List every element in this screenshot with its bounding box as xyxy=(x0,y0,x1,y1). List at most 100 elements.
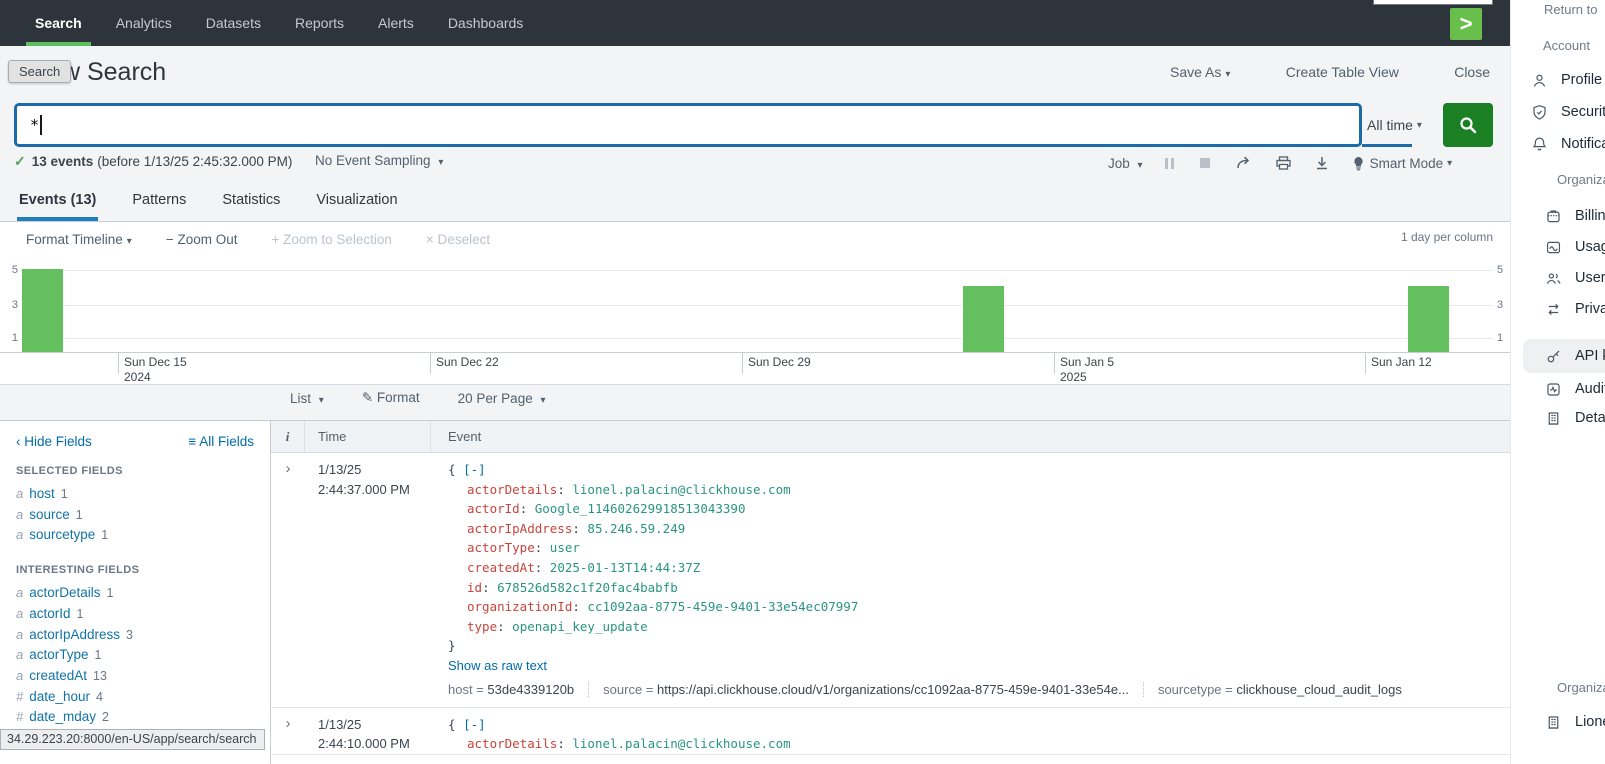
menu-item-profile[interactable]: Profile xyxy=(1531,68,1602,92)
nav-item-datasets[interactable]: Datasets xyxy=(189,0,278,46)
stop-button[interactable] xyxy=(1200,158,1210,168)
show-raw-text-link[interactable]: Show as raw text xyxy=(448,656,1510,676)
menu-item-private-endpoints[interactable]: Private Endpoints xyxy=(1545,297,1605,321)
histogram-bar[interactable] xyxy=(1408,286,1449,352)
time-range-label: All time xyxy=(1367,117,1413,133)
job-dropdown[interactable]: Job ▾ xyxy=(1108,156,1143,171)
string-field-icon: a xyxy=(16,585,23,600)
nav-item-dashboards[interactable]: Dashboards xyxy=(431,0,541,46)
time-range-picker[interactable]: All time▾ xyxy=(1367,110,1422,140)
event-json: { [-]actorDetails: lionel.palacin@clickh… xyxy=(448,460,1510,656)
meta-source[interactable]: source = https://api.clickhouse.cloud/v1… xyxy=(588,682,1129,697)
menu-item-api-keys[interactable]: API keys xyxy=(1545,344,1605,368)
field-item-date_mday[interactable]: #date_mday2 xyxy=(16,707,254,728)
close-button[interactable]: Close xyxy=(1454,64,1490,80)
nav-item-search[interactable]: Search xyxy=(18,0,99,46)
search-button[interactable] xyxy=(1443,103,1493,147)
menu-item-label: Profile xyxy=(1561,72,1602,88)
save-as-button[interactable]: Save As▾ xyxy=(1170,64,1230,80)
nav-item-analytics[interactable]: Analytics xyxy=(99,0,189,46)
json-value[interactable]: Google_114602629918513043390 xyxy=(535,501,746,516)
menu-item-notifications[interactable]: Notifications xyxy=(1531,132,1605,156)
format-button[interactable]: ✎ Format xyxy=(362,390,420,406)
event-column-header: Event xyxy=(431,421,1510,452)
per-page-dropdown[interactable]: 20 Per Page ▾ xyxy=(458,391,546,406)
menu-item-billing[interactable]: Billing xyxy=(1545,204,1605,228)
histogram-bar[interactable] xyxy=(963,286,1004,352)
menu-item-audit[interactable]: Audit xyxy=(1545,377,1605,401)
meta-key: host = xyxy=(448,682,487,697)
header-actions: Save As▾ Create Table View Close xyxy=(1170,64,1490,80)
table-row: ›1/13/252:44:37.000 PM{ [-]actorDetails:… xyxy=(271,453,1510,708)
field-name: createdAt xyxy=(29,668,87,683)
y-axis-label-left: 3 xyxy=(6,299,18,311)
interesting-fields-list: aactorDetails1aactorId1aactorIpAddress3a… xyxy=(16,583,254,748)
timeline-control--zoom-out[interactable]: − Zoom Out xyxy=(166,232,238,247)
json-open-line: { [-] xyxy=(448,460,1510,480)
section-header-organization: Organization xyxy=(1557,172,1605,187)
event-body: { [-]actorDetails: lionel.palacin@clickh… xyxy=(431,715,1510,754)
splunk-logo-icon[interactable]: > xyxy=(1450,8,1482,40)
menu-item-details[interactable]: Details xyxy=(1545,406,1605,430)
nav-item-reports[interactable]: Reports xyxy=(278,0,361,46)
field-item-createdAt[interactable]: acreatedAt13 xyxy=(16,666,254,687)
menu-item-lionel-palacin[interactable]: Lionel Palacin xyxy=(1545,710,1605,734)
search-input[interactable]: * xyxy=(14,103,1362,147)
json-value[interactable]: 2025-01-13T14:44:37Z xyxy=(550,560,701,575)
x-axis-tick xyxy=(118,352,119,374)
all-fields-link[interactable]: ≡ All Fields xyxy=(188,434,254,449)
json-collapse-link[interactable]: [-] xyxy=(463,717,486,732)
nav-item-alerts[interactable]: Alerts xyxy=(361,0,431,46)
json-value[interactable]: lionel.palacin@clickhouse.com xyxy=(572,736,790,751)
return-link[interactable]: Return to xyxy=(1544,2,1597,17)
hide-fields-link[interactable]: ‹ Hide Fields xyxy=(16,434,92,449)
field-item-source[interactable]: asource1 xyxy=(16,505,254,526)
results-toolbar: List ▾ ✎ Format 20 Per Page ▾ xyxy=(290,390,584,406)
field-item-actorIpAddress[interactable]: aactorIpAddress3 xyxy=(16,625,254,646)
share-button[interactable] xyxy=(1236,156,1252,170)
event-rows: ›1/13/252:44:37.000 PM{ [-]actorDetails:… xyxy=(271,453,1510,755)
create-table-view-button[interactable]: Create Table View xyxy=(1286,64,1399,80)
json-collapse-link[interactable]: [-] xyxy=(463,462,486,477)
json-field-line: organizationId: cc1092aa-8775-459e-9401-… xyxy=(448,597,1510,617)
caret-down-icon: ▾ xyxy=(540,395,545,406)
menu-item-label: Security xyxy=(1561,104,1605,120)
field-item-actorId[interactable]: aactorId1 xyxy=(16,604,254,625)
field-item-sourcetype[interactable]: asourcetype1 xyxy=(16,525,254,546)
tab-patterns[interactable]: Patterns xyxy=(130,179,188,221)
tab-visualization[interactable]: Visualization xyxy=(314,179,399,221)
timeline-control-format-timeline[interactable]: Format Timeline▾ xyxy=(26,232,132,247)
json-value[interactable]: user xyxy=(550,540,580,555)
timeline-scale-note: 1 day per column xyxy=(1401,230,1493,244)
print-button[interactable] xyxy=(1276,156,1291,170)
tab-statistics[interactable]: Statistics xyxy=(220,179,282,221)
y-axis-label-left: 5 xyxy=(6,264,18,276)
row-expander-icon[interactable]: › xyxy=(271,460,305,707)
pause-button[interactable] xyxy=(1165,158,1174,169)
json-value[interactable]: 678526d582c1f20fac4babfb xyxy=(497,580,678,595)
json-value[interactable]: 85.246.59.249 xyxy=(587,521,685,536)
meta-sourcetype[interactable]: sourcetype = clickhouse_cloud_audit_logs xyxy=(1143,682,1402,697)
smart-mode-dropdown[interactable]: Smart Mode ▾ xyxy=(1370,156,1453,171)
json-value[interactable]: cc1092aa-8775-459e-9401-33e54ec07997 xyxy=(587,599,858,614)
histogram-bar[interactable] xyxy=(22,269,63,352)
field-item-actorDetails[interactable]: aactorDetails1 xyxy=(16,583,254,604)
row-expander-icon[interactable]: › xyxy=(271,715,305,754)
selected-fields-list: ahost1asource1asourcetype1 xyxy=(16,484,254,546)
json-value[interactable]: lionel.palacin@clickhouse.com xyxy=(572,482,790,497)
shield-icon xyxy=(1531,104,1548,121)
menu-item-usage[interactable]: Usage xyxy=(1545,235,1605,259)
menu-item-security[interactable]: Security xyxy=(1531,100,1605,124)
meta-host[interactable]: host = 53de4339120b xyxy=(448,682,574,697)
json-field-line: type: openapi_key_update xyxy=(448,617,1510,637)
string-field-icon: a xyxy=(16,647,23,662)
tab-events13[interactable]: Events (13) xyxy=(17,179,98,221)
field-item-date_hour[interactable]: #date_hour4 xyxy=(16,687,254,708)
field-item-host[interactable]: ahost1 xyxy=(16,484,254,505)
json-value[interactable]: openapi_key_update xyxy=(512,619,647,634)
export-button[interactable] xyxy=(1315,156,1329,170)
field-item-actorType[interactable]: aactorType1 xyxy=(16,645,254,666)
event-sampling-dropdown[interactable]: No Event Sampling ▾ xyxy=(315,153,443,168)
list-type-dropdown[interactable]: List ▾ xyxy=(290,391,324,406)
menu-item-users[interactable]: Users xyxy=(1545,266,1605,290)
